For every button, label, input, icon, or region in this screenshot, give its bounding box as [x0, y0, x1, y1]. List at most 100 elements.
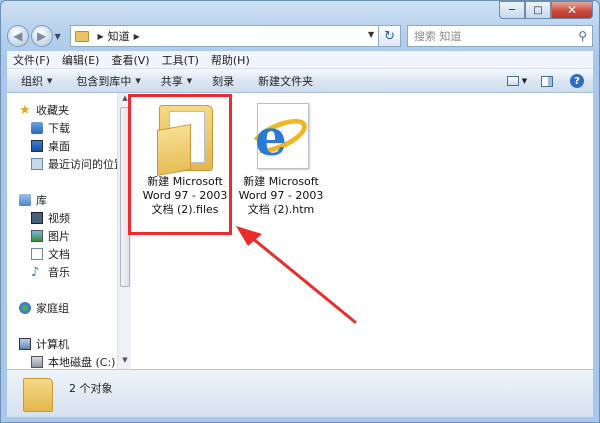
internet-explorer-icon: e [255, 108, 287, 167]
search-input[interactable]: 搜索 知道 ⚲ [406, 25, 593, 47]
sidebar-item-label: 音乐 [48, 266, 70, 279]
view-controls: ▼ ? [499, 72, 589, 90]
folder-icon [23, 378, 53, 412]
explorer-window: ─ □ ✕ ◀ ▶ ▼ ▶ 知道 ▶ ▼ ↻ 搜索 知道 ⚲ 文件(F) 编辑(… [0, 0, 600, 423]
sidebar-item-pictures[interactable]: 图片 [31, 227, 70, 245]
sidebar-item-favorites[interactable]: ★ 收藏夹 [19, 101, 69, 119]
preview-pane-button[interactable] [535, 72, 559, 90]
sidebar-item-label: 收藏夹 [36, 104, 69, 117]
breadcrumb-current[interactable]: 知道 [108, 28, 130, 44]
chevron-down-icon: ▼ [135, 76, 141, 85]
sidebar-item-videos[interactable]: 视频 [31, 209, 70, 227]
sidebar-item-label: 文档 [48, 248, 70, 261]
address-bar[interactable]: ▶ 知道 ▶ ▼ [70, 25, 380, 47]
music-note-icon: ♪ [31, 264, 40, 280]
address-row: ◀ ▶ ▼ ▶ 知道 ▶ ▼ ↻ 搜索 知道 ⚲ [7, 23, 593, 49]
sidebar-item-libraries[interactable]: 库 [19, 191, 47, 209]
refresh-button[interactable]: ↻ [379, 25, 401, 47]
include-in-library-button[interactable]: 包含到库中 ▼ [68, 73, 148, 89]
chevron-down-icon: ▼ [521, 77, 528, 85]
change-view-button[interactable]: ▼ [505, 72, 529, 90]
menu-bar: 文件(F) 编辑(E) 查看(V) 工具(T) 帮助(H) [7, 51, 593, 69]
help-button[interactable]: ? [565, 72, 589, 90]
sidebar-item-downloads[interactable]: 下载 [31, 119, 70, 137]
htm-thumbnail: e [235, 97, 327, 175]
maximize-button[interactable]: □ [525, 1, 551, 19]
menu-file[interactable]: 文件(F) [7, 52, 56, 68]
breadcrumb-arrow-icon[interactable]: ▶ [97, 32, 103, 41]
document-icon [31, 248, 43, 260]
view-icon [506, 76, 519, 86]
navigation-pane: ★ 收藏夹 下载 桌面 最近访问的位置 库 视频 [7, 93, 117, 369]
organize-button[interactable]: 组织 ▼ [13, 73, 60, 89]
menu-edit[interactable]: 编辑(E) [56, 52, 106, 68]
sidebar-item-label: 本地磁盘 (C:) [48, 356, 116, 369]
sidebar-item-documents[interactable]: 文档 [31, 245, 70, 263]
menu-help[interactable]: 帮助(H) [205, 52, 256, 68]
organize-label: 组织 [21, 74, 43, 88]
details-pane: 2 个对象 [7, 369, 593, 417]
forward-arrow-icon: ▶ [37, 29, 47, 43]
star-icon: ★ [19, 102, 31, 118]
sidebar-item-local-disk[interactable]: 本地磁盘 (C:) [31, 353, 115, 369]
sidebar-item-label: 库 [36, 194, 47, 207]
back-arrow-icon: ◀ [13, 29, 23, 43]
computer-icon [19, 338, 31, 350]
picture-icon [31, 230, 43, 242]
search-icon[interactable]: ⚲ [578, 29, 587, 43]
minimize-icon: ─ [508, 4, 516, 16]
help-icon: ? [570, 74, 584, 88]
sidebar-item-label: 视频 [48, 212, 70, 225]
forward-button[interactable]: ▶ [30, 25, 53, 47]
recent-pages-dropdown[interactable]: ▼ [55, 32, 67, 41]
back-button[interactable]: ◀ [7, 25, 29, 47]
search-placeholder: 搜索 知道 [413, 30, 462, 43]
close-icon: ✕ [566, 3, 578, 17]
command-bar: 组织 ▼ 包含到库中 ▼ 共享 ▼ 刻录 新建文件夹 ▼ ? [7, 69, 593, 93]
sidebar-item-recent[interactable]: 最近访问的位置 [31, 155, 117, 173]
include-label: 包含到库中 [76, 74, 132, 88]
recent-places-icon [31, 158, 43, 170]
chevron-down-icon: ▼ [186, 76, 193, 85]
scroll-down-icon[interactable]: ▼ [118, 356, 132, 368]
breadcrumb-arrow-icon[interactable]: ▶ [134, 32, 140, 41]
address-dropdown-icon[interactable]: ▼ [368, 30, 374, 39]
sidebar-item-computer[interactable]: 计算机 [19, 335, 69, 353]
close-button[interactable]: ✕ [551, 1, 593, 19]
maximize-icon: □ [533, 4, 543, 16]
desktop-icon [31, 140, 43, 152]
preview-pane-icon [541, 75, 553, 87]
disk-drive-icon [31, 356, 43, 368]
highlight-box [128, 94, 232, 235]
menu-tools[interactable]: 工具(T) [156, 52, 205, 68]
sidebar-item-music[interactable]: ♪ 音乐 [31, 263, 70, 281]
share-label: 共享 [160, 74, 183, 88]
folder-icon [75, 30, 90, 42]
sidebar-item-label: 最近访问的位置 [48, 158, 117, 171]
new-folder-label: 新建文件夹 [258, 74, 314, 88]
homegroup-icon [19, 302, 31, 314]
burn-button[interactable]: 刻录 [204, 73, 242, 89]
item-count: 2 个对象 [69, 382, 113, 395]
new-folder-button[interactable]: 新建文件夹 [250, 73, 321, 89]
downloads-icon [31, 122, 43, 134]
minimize-button[interactable]: ─ [499, 1, 525, 19]
sidebar-item-desktop[interactable]: 桌面 [31, 137, 70, 155]
library-icon [19, 194, 31, 206]
file-item-htm[interactable]: e 新建 Microsoft Word 97 - 2003 文档 (2).htm [235, 97, 327, 217]
sidebar-item-label: 桌面 [48, 140, 70, 153]
main-area: ★ 收藏夹 下载 桌面 最近访问的位置 库 视频 [7, 93, 593, 369]
file-name: 新建 Microsoft Word 97 - 2003 文档 (2).htm [238, 175, 324, 216]
video-icon [31, 212, 43, 224]
menu-view[interactable]: 查看(V) [105, 52, 155, 68]
share-button[interactable]: 共享 ▼ [153, 73, 200, 89]
sidebar-item-label: 下载 [48, 122, 70, 135]
burn-label: 刻录 [212, 74, 235, 88]
sidebar-item-label: 家庭组 [36, 302, 69, 315]
sidebar-item-homegroup[interactable]: 家庭组 [19, 299, 69, 317]
caption-buttons: ─ □ ✕ [499, 1, 593, 20]
sidebar-item-label: 计算机 [36, 338, 69, 351]
refresh-icon: ↻ [384, 28, 395, 44]
chevron-down-icon: ▼ [47, 76, 53, 85]
sidebar-item-label: 图片 [48, 230, 70, 243]
